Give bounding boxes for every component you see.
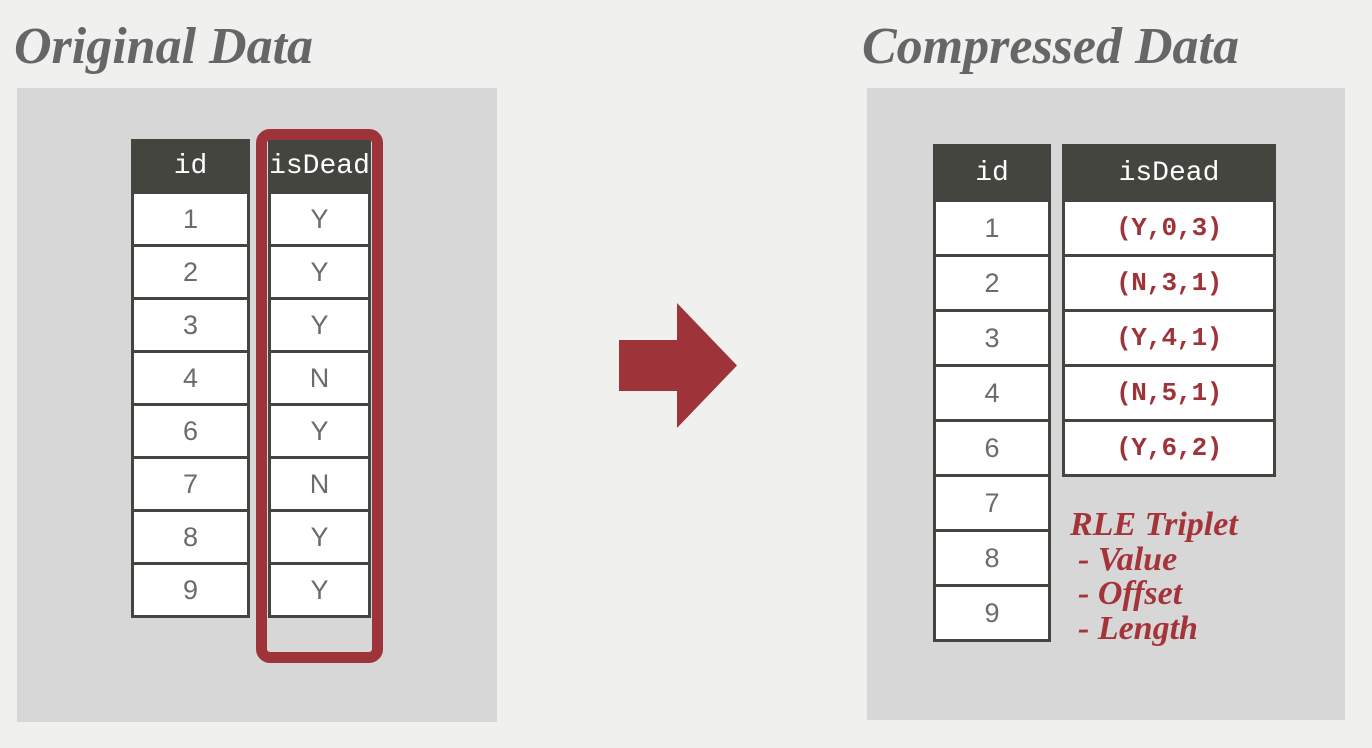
table-cell-isdead: N (268, 456, 371, 512)
column-header-isdead: isDead (268, 139, 371, 194)
table-cell-id: 8 (131, 509, 250, 565)
column-header-id: id (131, 139, 250, 194)
column-header-id: id (933, 144, 1051, 202)
original-table-column-isdead: isDead Y Y Y N Y N Y Y (268, 139, 371, 618)
table-cell-id: 6 (131, 403, 250, 459)
table-cell-id: 9 (933, 584, 1051, 642)
table-cell-isdead: Y (268, 509, 371, 565)
table-cell-id: 1 (131, 191, 250, 247)
compressed-table-column-isdead: isDead (Y,0,3) (N,3,1) (Y,4,1) (N,5,1) (… (1062, 144, 1276, 477)
table-cell-id: 2 (131, 244, 250, 300)
table-cell-id: 7 (131, 456, 250, 512)
table-cell-id: 4 (933, 364, 1051, 422)
table-cell-isdead: Y (268, 191, 371, 247)
page-title-original: Original Data (14, 18, 314, 75)
panel-original-data (17, 88, 497, 722)
table-cell-id: 4 (131, 350, 250, 406)
right-arrow-icon (619, 303, 737, 428)
table-cell-id: 3 (933, 309, 1051, 367)
table-cell-isdead: Y (268, 562, 371, 618)
table-cell-id: 1 (933, 199, 1051, 257)
table-cell-id: 2 (933, 254, 1051, 312)
legend-item-value: - Value (1078, 540, 1178, 578)
table-cell-id: 7 (933, 474, 1051, 532)
column-header-isdead: isDead (1062, 144, 1276, 202)
table-cell-rle-triplet: (Y,4,1) (1062, 309, 1276, 367)
table-cell-rle-triplet: (N,3,1) (1062, 254, 1276, 312)
table-cell-id: 3 (131, 297, 250, 353)
table-cell-rle-triplet: (Y,0,3) (1062, 199, 1276, 257)
rle-triplet-legend: RLE Triplet - Value - Offset - Length (1070, 506, 1238, 648)
original-table-column-id: id 1 2 3 4 6 7 8 9 (131, 139, 250, 618)
table-cell-isdead: Y (268, 403, 371, 459)
table-cell-isdead: N (268, 350, 371, 406)
table-cell-id: 8 (933, 529, 1051, 587)
table-cell-rle-triplet: (N,5,1) (1062, 364, 1276, 422)
legend-title: RLE Triplet (1070, 506, 1238, 543)
compressed-table-column-id: id 1 2 3 4 6 7 8 9 (933, 144, 1051, 642)
page-title-compressed: Compressed Data (862, 18, 1239, 75)
legend-item-length: - Length (1078, 610, 1198, 648)
table-cell-isdead: Y (268, 297, 371, 353)
table-cell-rle-triplet: (Y,6,2) (1062, 419, 1276, 477)
table-cell-id: 9 (131, 562, 250, 618)
table-cell-id: 6 (933, 419, 1051, 477)
legend-item-offset: - Offset (1078, 575, 1183, 613)
table-cell-isdead: Y (268, 244, 371, 300)
